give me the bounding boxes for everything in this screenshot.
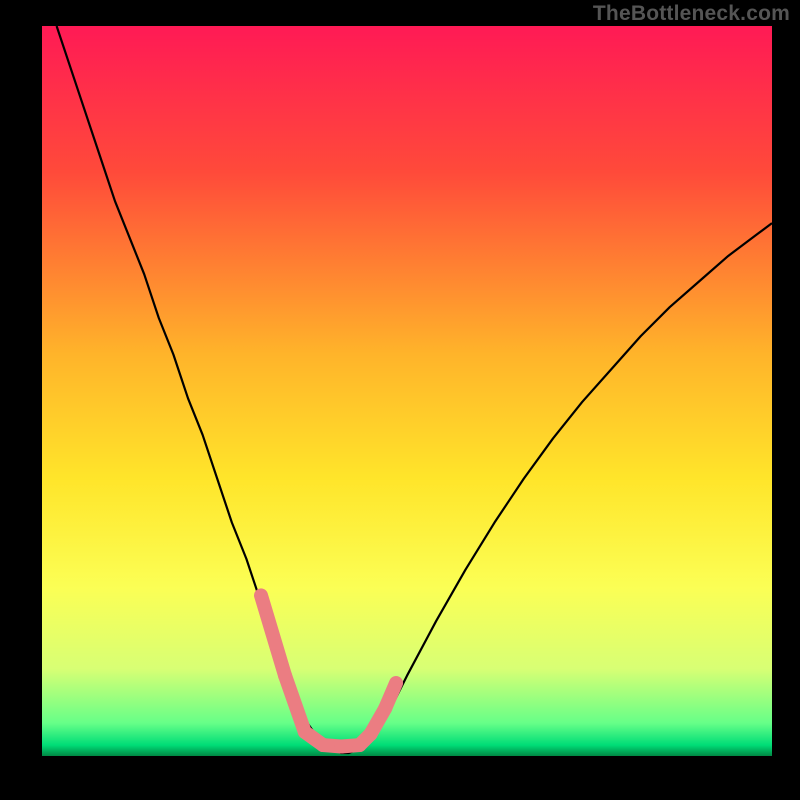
plot-frame — [42, 26, 772, 756]
chart-outer: TheBottleneck.com — [0, 0, 800, 800]
watermark-text: TheBottleneck.com — [593, 2, 790, 26]
gradient-background — [42, 26, 772, 756]
bottleneck-chart — [42, 26, 772, 756]
